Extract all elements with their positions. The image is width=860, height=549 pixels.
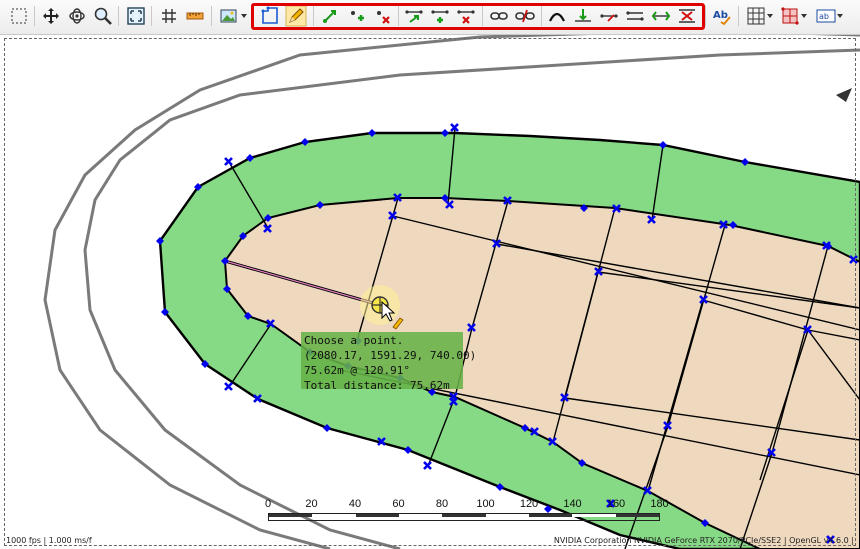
grid-settings-icon[interactable] <box>745 5 767 27</box>
scale-segment <box>442 514 486 517</box>
chevron-down-icon[interactable] <box>801 14 807 18</box>
label-icon[interactable]: ab <box>815 5 837 27</box>
tooltip-line-1: Choose a point. <box>304 334 404 347</box>
zoom-extents-icon[interactable] <box>125 5 147 27</box>
toolbar-separator <box>34 6 35 26</box>
tooltip-line-2: (2080.17, 1591.29, 740.00) <box>304 349 477 362</box>
toolbar-separator <box>738 6 739 26</box>
chevron-down-icon[interactable] <box>767 14 773 18</box>
scale-label: 120 <box>519 498 539 510</box>
scale-segment <box>615 514 659 517</box>
gpu-status: NVIDIA Corporation NVIDIA GeForce RTX 20… <box>553 536 854 545</box>
tooltip-line-3: 75.62m @ 120.91° <box>304 364 410 377</box>
chevron-down-icon[interactable] <box>241 14 247 18</box>
scene-canvas[interactable] <box>0 35 860 549</box>
ruler-icon[interactable] <box>184 5 206 27</box>
scale-label: 80 <box>435 498 449 510</box>
fps-status: 1000 fps | 1.000 ms/f <box>6 536 92 545</box>
scale-segment <box>572 514 616 517</box>
scale-label: 60 <box>392 498 405 510</box>
toolbar-highlight-box <box>251 3 705 30</box>
scale-segment <box>312 514 356 517</box>
toolbar-separator <box>118 6 119 26</box>
toolbar-separator <box>151 6 152 26</box>
scale-label: 20 <box>305 498 318 510</box>
scale-label: 40 <box>348 498 362 510</box>
mesh-icon[interactable] <box>779 5 801 27</box>
toolbar-separator <box>705 6 706 26</box>
measure-tooltip: Choose a point. (2080.17, 1591.29, 740.00… <box>301 332 477 392</box>
scale-segment <box>485 514 529 517</box>
select-rectangle-icon[interactable] <box>8 5 30 27</box>
grid-icon[interactable] <box>158 5 180 27</box>
scale-label: 0 <box>264 498 272 510</box>
scale-segment <box>269 514 313 517</box>
move-icon[interactable] <box>40 5 62 27</box>
view-cube-arrow-icon[interactable] <box>836 88 852 102</box>
spellcheck-icon[interactable]: Ab <box>711 5 733 27</box>
scale-label: 100 <box>476 498 495 510</box>
svg-text:ab: ab <box>819 12 829 21</box>
orbit-icon[interactable] <box>66 5 88 27</box>
toolbar-separator <box>211 6 212 26</box>
3d-viewport[interactable]: Choose a point. (2080.17, 1591.29, 740.00… <box>0 35 860 549</box>
tooltip-line-4: Total distance: 75.62m <box>304 379 450 392</box>
scale-strip <box>268 513 660 521</box>
image-icon[interactable] <box>218 5 240 27</box>
main-toolbar: Ab ab <box>0 0 860 35</box>
svg-text:Ab: Ab <box>713 10 728 21</box>
chevron-down-icon[interactable] <box>837 14 843 18</box>
scale-label: 160 <box>606 498 626 510</box>
scale-segment <box>355 514 399 517</box>
zoom-icon[interactable] <box>92 5 114 27</box>
scale-label: 180 <box>650 498 669 510</box>
scale-bar: 0 20 40 60 80 100 120 140 160 180 <box>264 498 669 528</box>
scale-label: 140 <box>563 498 582 510</box>
scale-segment <box>398 514 443 517</box>
scale-segment <box>528 514 573 517</box>
